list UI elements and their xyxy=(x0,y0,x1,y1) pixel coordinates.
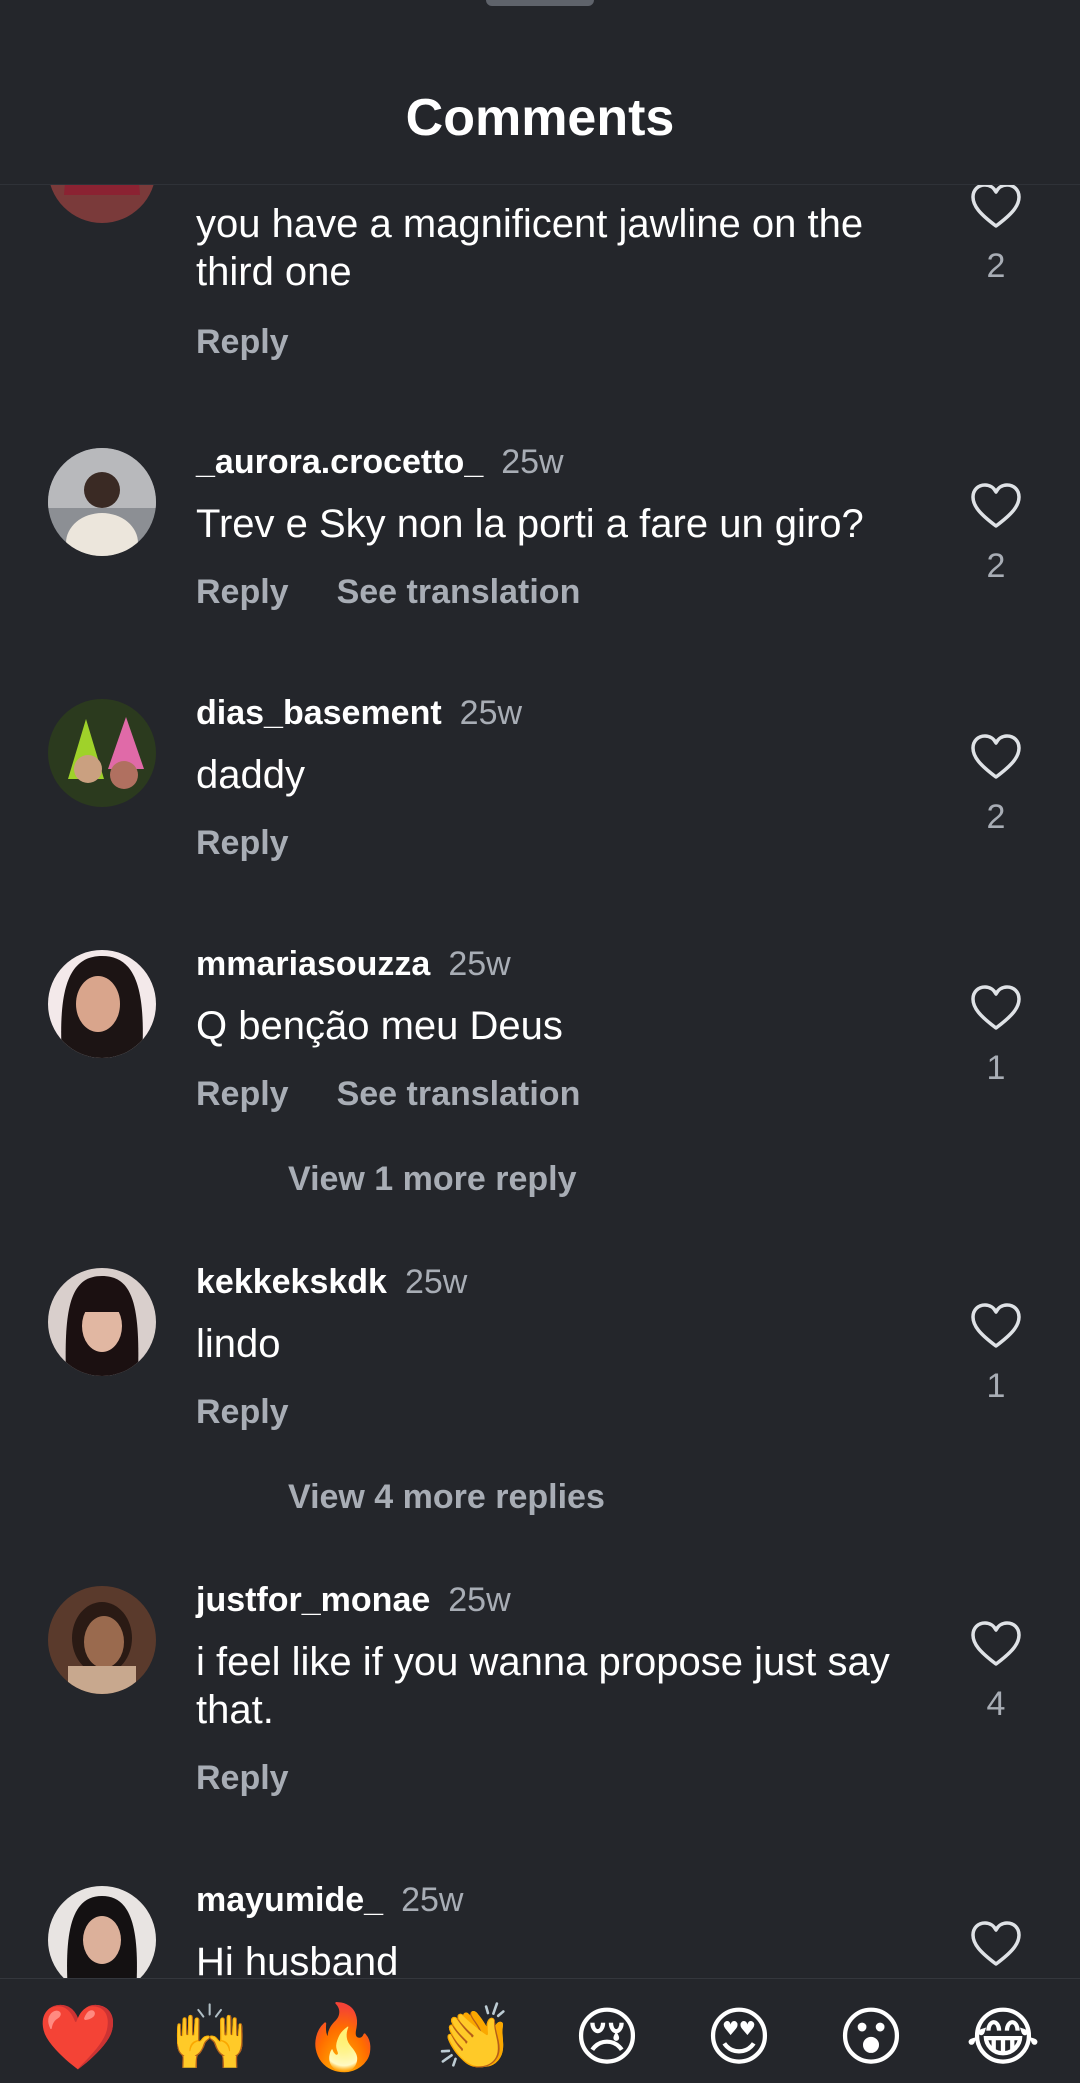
comment-meta: justfor_monae 25w xyxy=(196,1578,511,1622)
heart-outline-icon xyxy=(971,183,1021,228)
comment-meta: mmariasouzza 25w xyxy=(196,942,511,986)
comment-meta: dias_basement 25w xyxy=(196,691,522,735)
comment-actions: Reply xyxy=(196,821,289,865)
like-button[interactable]: 2 xyxy=(970,182,1022,288)
emoji-surprised[interactable]: 😮 xyxy=(831,1997,911,2077)
page-title: Comments xyxy=(405,89,675,147)
reply-button[interactable]: Reply xyxy=(196,1759,289,1797)
like-count: 4 xyxy=(986,1685,1006,1723)
comment-text: i feel like if you wanna propose just sa… xyxy=(196,1640,890,1732)
emoji-fire[interactable]: 🔥 xyxy=(303,1997,383,2077)
header-divider xyxy=(0,184,1080,185)
like-count: 1 xyxy=(986,1049,1006,1087)
comment-text: Q benção meu Deus xyxy=(196,1004,563,1048)
emoji-clapping[interactable]: 👏 xyxy=(435,1997,515,2077)
reply-button[interactable]: Reply xyxy=(196,573,289,611)
timestamp: 25w xyxy=(448,1581,511,1619)
see-translation-button[interactable]: See translation xyxy=(337,573,581,611)
emoji-heart-eyes[interactable]: 😍 xyxy=(699,1997,779,2077)
timestamp: 25w xyxy=(404,1263,468,1301)
emoji-heart[interactable]: ❤️ xyxy=(38,1997,118,2077)
reply-button[interactable]: Reply xyxy=(196,1075,289,1113)
username[interactable]: mayumide_ xyxy=(196,1881,383,1919)
like-button[interactable]: 2 xyxy=(970,482,1022,588)
heart-outline-icon xyxy=(971,1921,1021,1966)
emoji-reaction-bar: ❤️ 🙌 🔥 👏 😢 😍 😮 😂 xyxy=(0,1978,1080,2083)
reply-button[interactable]: Reply xyxy=(196,1393,289,1431)
avatar[interactable] xyxy=(48,950,156,1058)
like-count: 1 xyxy=(986,1367,1006,1405)
username[interactable]: _aurora.crocetto_ xyxy=(196,443,483,481)
heart-outline-icon xyxy=(971,985,1021,1030)
comment-meta: mayumide_ 25w xyxy=(196,1878,463,1922)
timestamp: 25w xyxy=(448,945,511,983)
comment-text: daddy xyxy=(196,753,305,797)
avatar[interactable] xyxy=(48,1268,156,1376)
avatar[interactable] xyxy=(48,448,156,556)
like-button[interactable]: 1 xyxy=(970,984,1022,1090)
like-button[interactable]: 4 xyxy=(970,1620,1022,1726)
heart-outline-icon xyxy=(971,483,1021,528)
comment-text: lindo xyxy=(196,1322,281,1366)
comment-actions: Reply xyxy=(196,1756,289,1800)
heart-outline-icon xyxy=(971,1621,1021,1666)
heart-outline-icon xyxy=(971,734,1021,779)
see-translation-button[interactable]: See translation xyxy=(337,1075,581,1113)
view-more-replies-button[interactable]: View 4 more replies xyxy=(288,1475,605,1519)
like-button[interactable]: 2 xyxy=(970,733,1022,839)
heart-outline-icon xyxy=(971,1303,1021,1348)
avatar[interactable] xyxy=(48,1586,156,1694)
username[interactable]: dias_basement xyxy=(196,694,442,732)
username[interactable]: mmariasouzza xyxy=(196,945,430,983)
comment-actions: Reply See translation xyxy=(196,570,580,614)
timestamp: 25w xyxy=(501,443,564,481)
like-button[interactable]: 1 xyxy=(970,1302,1022,1408)
like-button[interactable] xyxy=(970,1920,1022,1968)
comment-actions: Reply xyxy=(196,320,289,364)
reply-button[interactable]: Reply xyxy=(196,824,289,862)
emoji-raised-hands[interactable]: 🙌 xyxy=(170,1997,250,2077)
comment-actions: Reply See translation xyxy=(196,1072,580,1116)
drag-handle[interactable] xyxy=(486,0,594,6)
like-count: 2 xyxy=(986,547,1006,585)
comment-meta: _aurora.crocetto_ 25w xyxy=(196,440,564,484)
like-count: 2 xyxy=(986,247,1006,285)
comment-meta: kekkekskdk 25w xyxy=(196,1260,467,1304)
username[interactable]: justfor_monae xyxy=(196,1581,430,1619)
timestamp: 25w xyxy=(459,694,523,732)
emoji-tears-of-joy[interactable]: 😂 xyxy=(963,1997,1043,2077)
emoji-crying[interactable]: 😢 xyxy=(567,1997,647,2077)
like-count: 2 xyxy=(986,798,1006,836)
comment-text: Trev e Sky non la porti a fare un giro? xyxy=(196,502,864,546)
sheet-header: Comments xyxy=(0,0,1080,185)
comment-text: you have a magnificent jawline on the th… xyxy=(196,202,864,294)
avatar[interactable] xyxy=(48,699,156,807)
username[interactable]: kekkekskdk xyxy=(196,1263,387,1301)
reply-button[interactable]: Reply xyxy=(196,323,289,361)
comments-sheet: you have a magnificent jawline on the th… xyxy=(0,0,1080,2083)
timestamp: 25w xyxy=(401,1881,464,1919)
view-more-replies-button[interactable]: View 1 more reply xyxy=(288,1157,577,1201)
comment-actions: Reply xyxy=(196,1390,289,1434)
